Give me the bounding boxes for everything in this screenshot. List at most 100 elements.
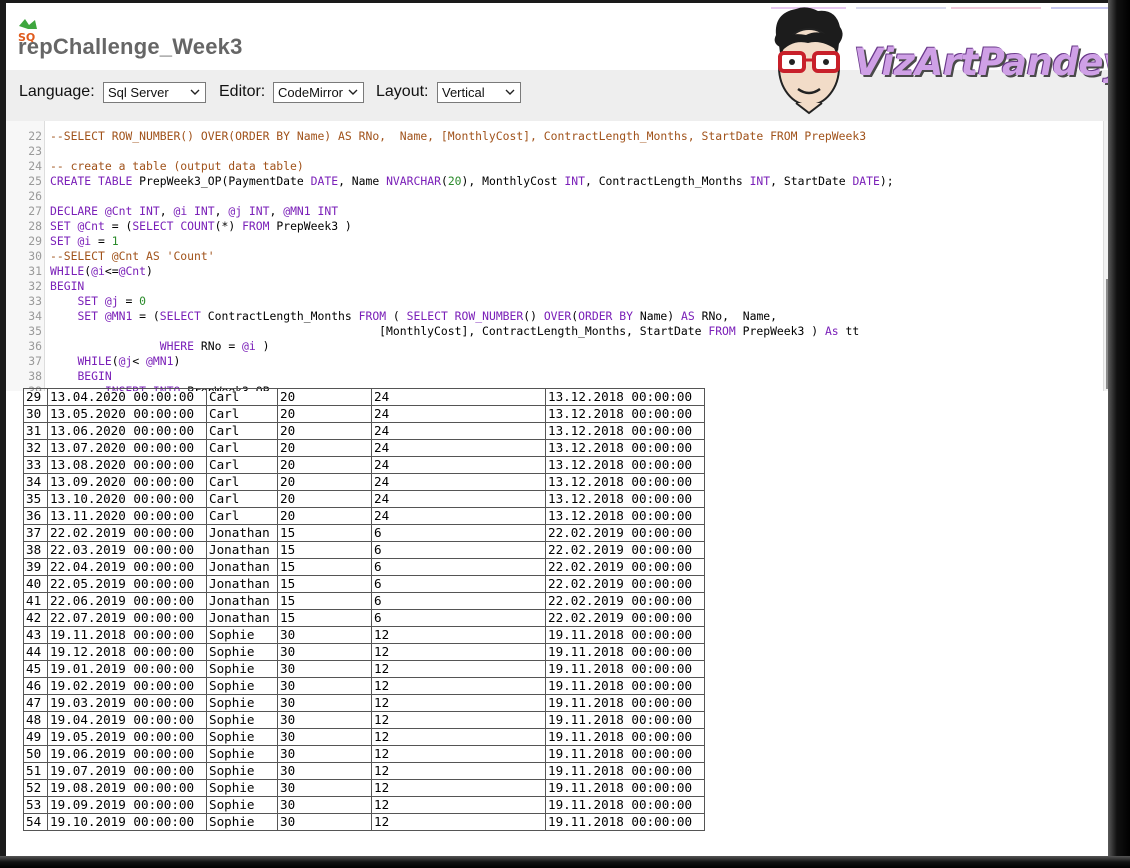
- table-cell: Sophie: [206, 762, 278, 780]
- code-text: --SELECT ROW_NUMBER() OVER(ORDER BY Name…: [50, 129, 867, 143]
- table-cell: 13.12.2018 00:00:00: [545, 439, 705, 457]
- table-row: 54 19.10.2019 00:00:00 Sophie 30 12 19.11.201…: [23, 813, 705, 831]
- table-cell: 24: [371, 405, 546, 423]
- table-cell: 15: [277, 592, 372, 610]
- table-cell: 30: [277, 677, 372, 695]
- table-cell: 30: [277, 728, 372, 746]
- table-cell: 13.12.2018 00:00:00: [545, 473, 705, 491]
- table-cell: Sophie: [206, 745, 278, 763]
- line-number: 23: [28, 144, 42, 158]
- table-row: 36 13.11.2020 00:00:00 Carl 20 24 13.12.2018 …: [23, 507, 705, 525]
- table-cell: Sophie: [206, 660, 278, 678]
- table-row: 53 19.09.2019 00:00:00 Sophie 30 12 19.11.201…: [23, 796, 705, 814]
- table-cell: 48: [23, 711, 48, 729]
- table-cell: 24: [371, 456, 546, 474]
- table-cell: 30: [277, 779, 372, 797]
- table-cell: 19.03.2019 00:00:00: [47, 694, 207, 712]
- chevron-down-icon: [505, 89, 515, 95]
- table-row: 46 19.02.2019 00:00:00 Sophie 30 12 19.11.201…: [23, 677, 705, 695]
- table-cell: 50: [23, 745, 48, 763]
- line-number: 35: [28, 324, 42, 338]
- table-row: 35 13.10.2020 00:00:00 Carl 20 24 13.12.2018 …: [23, 490, 705, 508]
- brand-watermark: VizArtPandey: [766, 3, 1108, 120]
- table-cell: 30: [277, 813, 372, 831]
- table-cell: 19.08.2019 00:00:00: [47, 779, 207, 797]
- table-cell: Jonathan: [206, 524, 278, 542]
- editor-label: Editor:: [219, 83, 266, 100]
- table-cell: Carl: [206, 490, 278, 508]
- table-cell: 13.12.2018 00:00:00: [545, 405, 705, 423]
- code-text: WHILE(@i<=@Cnt): [50, 264, 153, 278]
- table-cell: Carl: [206, 405, 278, 423]
- table-cell: 30: [277, 626, 372, 644]
- table-cell: 19.11.2018 00:00:00: [545, 745, 705, 763]
- table-cell: Carl: [206, 507, 278, 525]
- table-cell: 12: [371, 779, 546, 797]
- table-cell: 19.04.2019 00:00:00: [47, 711, 207, 729]
- table-cell: 19.11.2018 00:00:00: [47, 626, 207, 644]
- code-text: --SELECT @Cnt AS 'Count': [50, 249, 215, 263]
- avatar-glasses-icon: [774, 7, 843, 115]
- table-cell: 24: [371, 439, 546, 457]
- table-cell: 13.09.2020 00:00:00: [47, 473, 207, 491]
- table-cell: 15: [277, 609, 372, 627]
- language-select[interactable]: Sql Server: [103, 82, 206, 103]
- line-number: 34: [28, 309, 42, 323]
- code-text: SET @i = 1: [50, 234, 119, 248]
- table-cell: 45: [23, 660, 48, 678]
- table-cell: 37: [23, 524, 48, 542]
- table-row: 38 22.03.2019 00:00:00 Jonathan 15 6 22.02.20…: [23, 541, 705, 559]
- table-cell: 30: [277, 796, 372, 814]
- table-cell: 38: [23, 541, 48, 559]
- table-cell: 46: [23, 677, 48, 695]
- table-cell: 15: [277, 575, 372, 593]
- sql-code-editor[interactable]: 22 --SELECT ROW_NUMBER() OVER(ORDER BY Na…: [6, 121, 1108, 391]
- code-text: CREATE TABLE PrepWeek3_OP(PaymentDate DA…: [50, 174, 894, 188]
- line-number: 26: [28, 189, 42, 203]
- table-cell: 53: [23, 796, 48, 814]
- table-cell: 24: [371, 507, 546, 525]
- table-cell: 19.11.2018 00:00:00: [545, 728, 705, 746]
- table-cell: 22.05.2019 00:00:00: [47, 575, 207, 593]
- layout-label: Layout:: [376, 83, 429, 100]
- code-text: SET @MN1 = (SELECT ContractLength_Months…: [77, 309, 778, 323]
- table-row: 30 13.05.2020 00:00:00 Carl 20 24 13.12.2018 …: [23, 405, 705, 423]
- line-number: 22: [28, 129, 42, 143]
- code-text: BEGIN: [77, 369, 112, 383]
- table-cell: 40: [23, 575, 48, 593]
- table-cell: 47: [23, 694, 48, 712]
- table-cell: 13.08.2020 00:00:00: [47, 456, 207, 474]
- table-cell: 12: [371, 728, 546, 746]
- table-cell: Carl: [206, 422, 278, 440]
- table-cell: 6: [371, 541, 546, 559]
- table-cell: Jonathan: [206, 575, 278, 593]
- table-cell: 19.11.2018 00:00:00: [545, 762, 705, 780]
- layout-select[interactable]: Vertical: [437, 82, 521, 103]
- table-cell: 20: [277, 405, 372, 423]
- table-cell: 19.11.2018 00:00:00: [545, 711, 705, 729]
- table-cell: 12: [371, 796, 546, 814]
- table-cell: 6: [371, 558, 546, 576]
- brand-name: VizArtPandey: [854, 41, 1108, 84]
- line-number: 38: [28, 369, 42, 383]
- line-number: 28: [28, 219, 42, 233]
- table-cell: Sophie: [206, 626, 278, 644]
- code-text: WHILE(@j< @MN1): [77, 354, 181, 368]
- table-cell: 32: [23, 439, 48, 457]
- frame-border-right: [1108, 0, 1130, 868]
- line-number: 33: [28, 294, 42, 308]
- results-panel: 29 13.04.2020 00:00:00 Carl 20 24 13.12.2018 …: [23, 388, 723, 831]
- table-cell: 30: [277, 745, 372, 763]
- table-cell: Sophie: [206, 728, 278, 746]
- table-cell: 19.11.2018 00:00:00: [545, 643, 705, 661]
- table-cell: 20: [277, 439, 372, 457]
- table-cell: 49: [23, 728, 48, 746]
- table-cell: 19.11.2018 00:00:00: [545, 813, 705, 831]
- table-cell: 19.05.2019 00:00:00: [47, 728, 207, 746]
- table-row: 41 22.06.2019 00:00:00 Jonathan 15 6 22.02.20…: [23, 592, 705, 610]
- editor-select[interactable]: CodeMirror: [273, 82, 364, 103]
- table-cell: 24: [371, 388, 546, 406]
- table-cell: 13.04.2020 00:00:00: [47, 388, 207, 406]
- table-cell: 20: [277, 456, 372, 474]
- table-cell: 42: [23, 609, 48, 627]
